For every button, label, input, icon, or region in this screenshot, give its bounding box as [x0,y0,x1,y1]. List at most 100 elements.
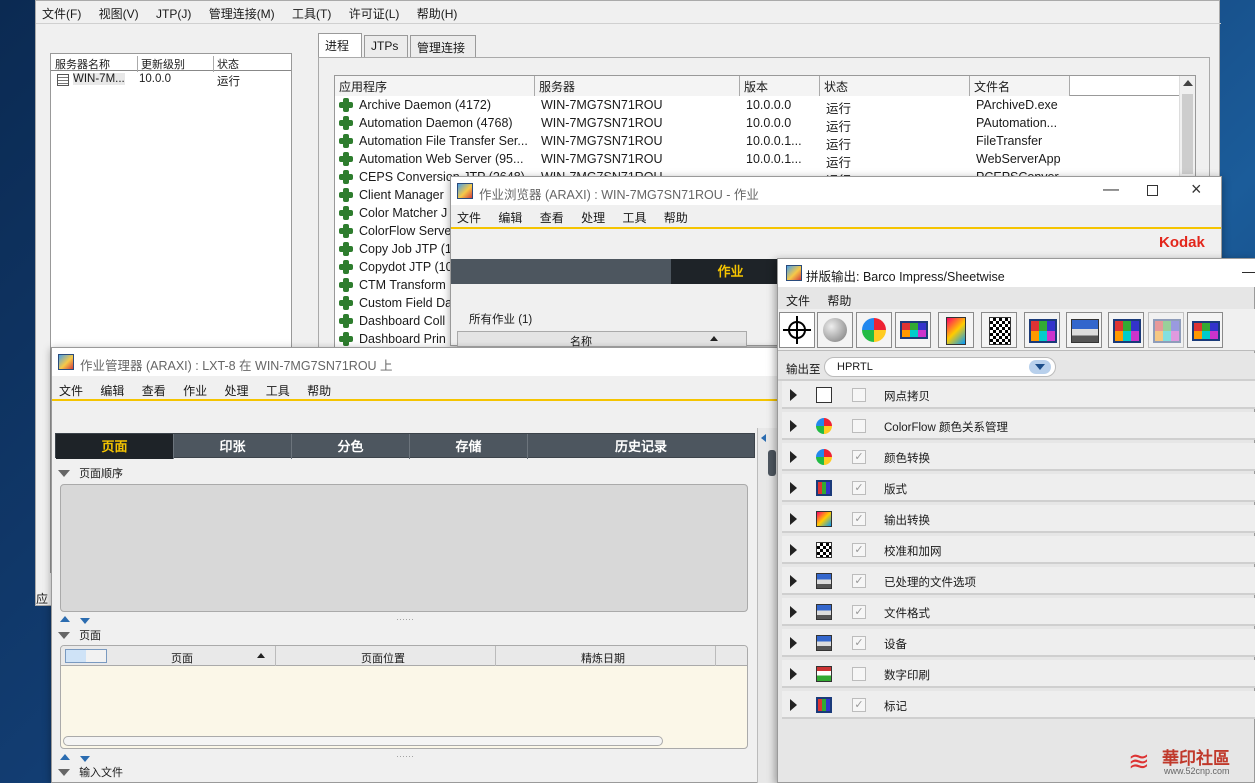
col-status[interactable]: 状态 [213,56,239,72]
settings-section[interactable]: 数字印刷 [782,660,1255,688]
menu-jtp[interactable]: JTP(J) [156,7,191,21]
strip-handle[interactable] [768,450,776,476]
settings-section[interactable]: ✓ 版式 [782,474,1255,502]
section-checkbox[interactable]: ✓ [852,698,866,712]
page-order-header[interactable]: 页面顺序 [58,465,123,481]
jobs-name-header[interactable]: 名称 [457,331,747,348]
tab-jobs[interactable]: 作业 [671,259,791,284]
col-server[interactable]: 服务器 [535,76,740,96]
processed-files-tool[interactable] [1024,312,1060,348]
col-update-level[interactable]: 更新级别 [137,56,185,72]
all-jobs-label[interactable]: 所有作业 (1) [469,311,532,327]
jb-menu-file[interactable]: 文件 [457,209,481,226]
close-icon[interactable]: × [1191,179,1202,200]
jb-menu-help[interactable]: 帮助 [664,209,688,226]
process-row[interactable]: Automation File Transfer Ser... WIN-7MG7S… [335,133,1181,152]
tab-storage[interactable]: 存储 [410,434,528,459]
tab-history[interactable]: 历史记录 [528,434,754,459]
menu-help[interactable]: 帮助(H) [417,5,458,22]
col-status[interactable]: 状态 [820,76,970,96]
dropdown-icon[interactable] [1029,360,1051,374]
tab-jtps[interactable]: JTPs [364,35,408,57]
jm-menu-tools[interactable]: 工具 [266,382,290,399]
settings-section[interactable]: ColorFlow 颜色关系管理 [782,412,1255,440]
output-convert-tool[interactable] [938,312,974,348]
tab-pages[interactable]: 页面 [56,434,174,459]
jm-menu-file[interactable]: 文件 [59,382,83,399]
maximize-icon[interactable] [1147,185,1158,196]
section-checkbox[interactable]: ✓ [852,605,866,619]
col-server-name[interactable]: 服务器名称 [55,56,110,72]
settings-section[interactable]: ✓ 输出转换 [782,505,1255,533]
section-checkbox[interactable]: ✓ [852,512,866,526]
output-device-select[interactable]: HPRTL [824,357,1056,377]
file-format-tool[interactable] [1066,312,1102,348]
process-row[interactable]: Automation Daemon (4768) WIN-7MG7SN71ROU 1… [335,115,1181,134]
job-manager-titlebar[interactable]: 作业管理器 (ARAXI) : LXT-8 在 WIN-7MG7SN71ROU … [52,348,778,376]
view-toggle-icon[interactable] [65,649,107,663]
color-convert-tool[interactable] [856,312,892,348]
jb-menu-view[interactable]: 查看 [540,209,564,226]
expand-arrow-icon[interactable] [790,482,797,494]
pages-header[interactable]: 页面 [58,627,101,643]
menu-license[interactable]: 许可证(L) [349,5,400,22]
minimize-icon[interactable]: — [1103,181,1119,199]
section-checkbox[interactable] [852,667,866,681]
tab-sheets[interactable]: 印张 [174,434,292,459]
halftone-copy-tool[interactable] [779,312,815,348]
expand-arrow-icon[interactable] [790,575,797,587]
jm-menu-job[interactable]: 作业 [183,382,207,399]
col-application[interactable]: 应用程序 [335,76,535,96]
settings-section[interactable]: 网点拷贝 [782,381,1255,409]
expand-arrow-icon[interactable] [790,637,797,649]
strip-left-icon[interactable] [761,434,766,442]
process-row[interactable]: Automation Web Server (95... WIN-7MG7SN71… [335,151,1181,170]
expand-arrow-icon[interactable] [790,513,797,525]
col-version[interactable]: 版本 [740,76,820,96]
expand-arrow-icon[interactable] [790,606,797,618]
pages-hscrollbar[interactable] [63,736,663,746]
settings-section[interactable]: ✓ 颜色转换 [782,443,1255,471]
expand-arrow-icon[interactable] [790,420,797,432]
split-down-icon[interactable] [80,618,90,624]
settings-section[interactable]: ✓ 文件格式 [782,598,1255,626]
section-checkbox[interactable]: ✓ [852,574,866,588]
col-page-position[interactable]: 页面位置 [361,650,405,666]
jm-menu-edit[interactable]: 编辑 [100,382,124,399]
tab-processes[interactable]: 进程 [318,33,362,57]
jb-menu-process[interactable]: 处理 [581,209,605,226]
splitter-dots[interactable]: ······ [396,614,414,624]
scroll-up-icon[interactable] [1183,80,1193,86]
col-refine-date[interactable]: 精炼日期 [581,650,625,666]
input-files-header[interactable]: 输入文件 [58,764,123,780]
split-up-icon[interactable] [60,754,70,760]
collapse-icon[interactable] [58,470,70,477]
marks-tool[interactable] [1187,312,1223,348]
split-down-icon[interactable] [80,756,90,762]
menu-manage-connection[interactable]: 管理连接(M) [209,5,275,22]
server-row[interactable]: WIN-7M... 10.0.0 运行 [51,72,291,88]
device-tool[interactable] [1108,312,1144,348]
jm-menu-view[interactable]: 查看 [142,382,166,399]
tab-separations[interactable]: 分色 [292,434,410,459]
layout-tool[interactable] [895,312,931,348]
settings-section[interactable]: ✓ 标记 [782,691,1255,719]
section-checkbox[interactable]: ✓ [852,636,866,650]
expand-arrow-icon[interactable] [790,668,797,680]
collapse-icon[interactable] [58,769,70,776]
menu-tools[interactable]: 工具(T) [292,5,331,22]
expand-arrow-icon[interactable] [790,451,797,463]
expand-arrow-icon[interactable] [790,544,797,556]
jm-menu-help[interactable]: 帮助 [307,382,331,399]
imp-menu-file[interactable]: 文件 [786,292,810,309]
menu-view[interactable]: 视图(V) [99,5,139,22]
calibration-tool[interactable] [981,312,1017,348]
section-checkbox[interactable]: ✓ [852,450,866,464]
scroll-thumb[interactable] [1182,94,1193,174]
expand-arrow-icon[interactable] [790,699,797,711]
section-checkbox[interactable] [852,388,866,402]
colorflow-tool[interactable] [817,312,853,348]
jb-menu-edit[interactable]: 编辑 [498,209,522,226]
collapse-icon[interactable] [58,632,70,639]
col-page[interactable]: 页面 [171,650,193,666]
